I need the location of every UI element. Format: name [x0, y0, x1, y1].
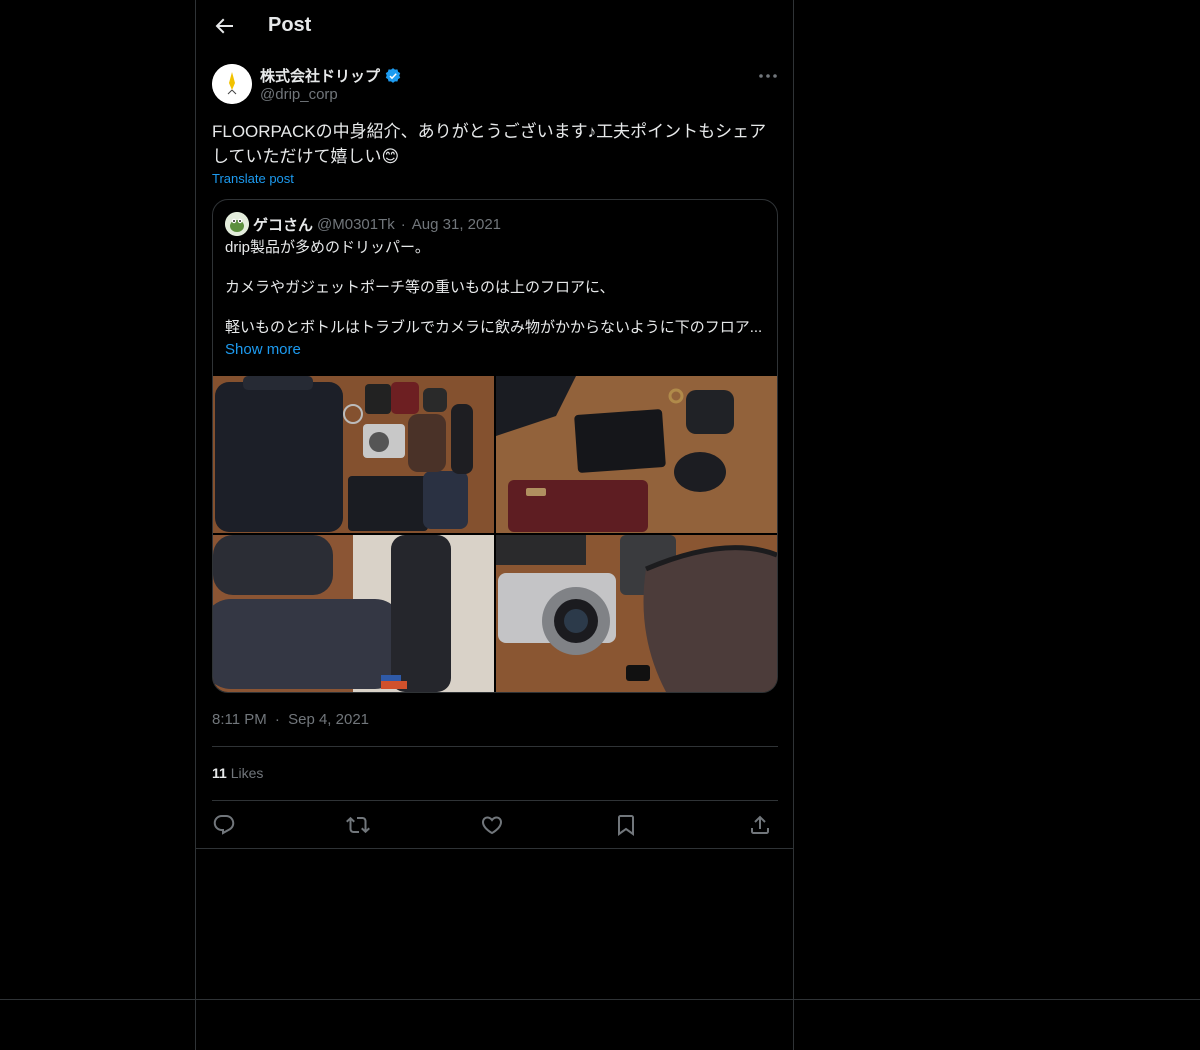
post-header: Post: [196, 0, 793, 53]
quoted-post-text: drip製品が多めのドリッパー。 カメラやガジェットポーチ等の重いものは上のフロ…: [225, 238, 765, 338]
media-grid: [213, 376, 777, 692]
like-icon[interactable]: [480, 813, 504, 837]
divider: [212, 800, 778, 801]
post-timestamp[interactable]: 8:11 PM · Sep 4, 2021: [212, 711, 369, 728]
likes-label: Likes: [230, 765, 264, 781]
page-title: Post: [268, 14, 312, 36]
repost-icon[interactable]: [346, 813, 370, 837]
separator-dot: ·: [274, 711, 280, 728]
author-avatar[interactable]: [212, 64, 252, 104]
quoted-author-handle[interactable]: @M0301Tk: [317, 216, 395, 233]
quoted-author-name[interactable]: ゲコさん: [253, 214, 313, 235]
verified-badge-icon: [384, 67, 402, 85]
more-icon[interactable]: [756, 64, 780, 88]
divider: [0, 999, 1200, 1000]
action-bar: [212, 813, 778, 837]
quoted-line: カメラやガジェットポーチ等の重いものは上のフロアに、: [225, 279, 615, 296]
photo-bottle-pouch[interactable]: [213, 535, 494, 692]
likes-count-link[interactable]: 11 Likes: [212, 765, 263, 781]
back-arrow-icon[interactable]: [212, 14, 236, 38]
photo-camera-pouch[interactable]: [496, 535, 777, 692]
photo-wallets[interactable]: [496, 376, 777, 533]
quoted-post-date[interactable]: Aug 31, 2021: [412, 216, 501, 233]
separator-dot: ·: [400, 215, 406, 233]
quoted-author-avatar[interactable]: [225, 212, 249, 236]
divider: [196, 848, 793, 849]
quoted-post-header: ゲコさん @M0301Tk · Aug 31, 2021: [225, 212, 501, 236]
quoted-line: drip製品が多めのドリッパー。: [225, 239, 430, 256]
bookmark-icon[interactable]: [614, 813, 638, 837]
share-icon[interactable]: [748, 813, 772, 837]
quoted-post[interactable]: ゲコさん @M0301Tk · Aug 31, 2021 drip製品が多めのド…: [212, 199, 778, 693]
post-text: FLOORPACKの中身紹介、ありがとうございます♪工夫ポイントもシェアしていた…: [212, 122, 767, 166]
likes-count: 11: [212, 765, 227, 781]
primary-column: Post 株式会社ドリップ @drip_corp FLOORPACKの中身紹介、…: [195, 0, 794, 1050]
post-time: 8:11 PM: [212, 711, 267, 728]
author-name[interactable]: 株式会社ドリップ: [260, 65, 402, 86]
quoted-line: 軽いものとボトルはトラブルでカメラに飲み物がかからないように下のフロア...: [225, 319, 763, 336]
photo-backpack-flatlay[interactable]: [213, 376, 494, 533]
author-handle[interactable]: @drip_corp: [260, 86, 338, 103]
author-name-text: 株式会社ドリップ: [260, 68, 381, 85]
show-more-link[interactable]: Show more: [225, 341, 301, 358]
post-date: Sep 4, 2021: [288, 711, 369, 728]
translate-post-link[interactable]: Translate post: [212, 171, 294, 186]
divider: [212, 746, 778, 747]
reply-icon[interactable]: [212, 813, 236, 837]
